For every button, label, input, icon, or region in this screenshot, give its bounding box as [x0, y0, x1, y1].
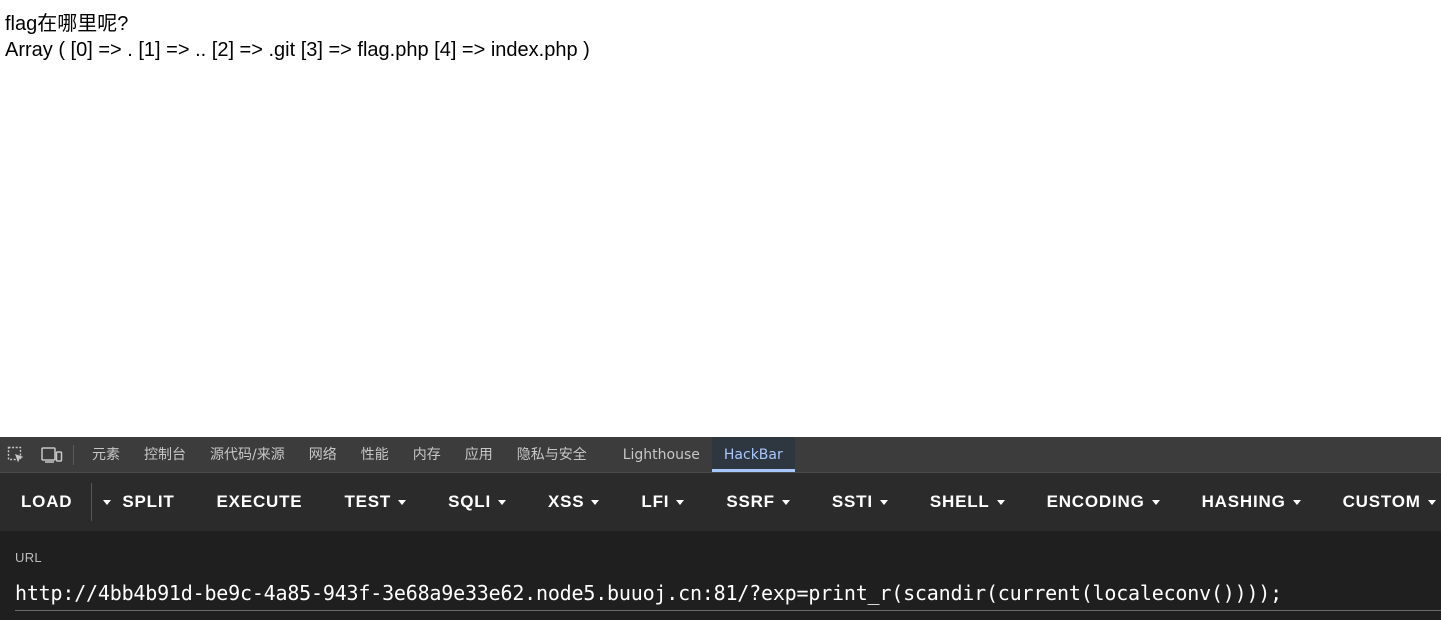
hashing-button-label: HASHING: [1201, 492, 1286, 511]
tab-item-7[interactable]: 隐私与安全: [505, 437, 599, 472]
tab-item-0[interactable]: 元素: [80, 437, 132, 472]
test-button[interactable]: TEST: [344, 473, 407, 531]
xss-button[interactable]: XSS: [547, 473, 600, 531]
load-dropdown-toggle[interactable]: [92, 473, 122, 531]
devtools-tabs: 元素 控制台 源代码/来源 网络 性能 内存 应用 隐私与安全 Lighthouse HackBa…: [80, 437, 795, 472]
caret-down-icon: [497, 500, 506, 505]
lfi-button[interactable]: LFI: [641, 473, 685, 531]
hackbar-url-area: URL http://4bb4b91d-be9c-4a85-943f-3e68a…: [0, 531, 1441, 620]
encoding-button-label: ENCODING: [1046, 492, 1145, 511]
tab-item-1[interactable]: 控制台: [132, 437, 198, 472]
tab-item-3[interactable]: 网络: [297, 437, 349, 472]
caret-down-icon: [591, 500, 600, 505]
caret-down-icon: [398, 500, 407, 505]
tab-item-4[interactable]: 性能: [349, 437, 401, 472]
execute-button-label: EXECUTE: [216, 492, 303, 511]
hashing-button[interactable]: HASHING: [1202, 473, 1301, 531]
tab-lighthouse[interactable]: Lighthouse: [611, 437, 712, 472]
devtools-tab-bar: 元素 控制台 源代码/来源 网络 性能 内存 应用 隐私与安全 Lighthouse HackBa…: [0, 437, 1441, 473]
tab-item-5[interactable]: 内存: [401, 437, 453, 472]
execute-button[interactable]: EXECUTE: [217, 473, 303, 531]
load-button-label: LOAD: [21, 492, 73, 511]
hackbar-toolbar: LOAD SPLIT EXECUTE TEST SQLI XSS LFI SSRF SSTI SH…: [0, 473, 1441, 531]
caret-down-icon: [103, 500, 112, 505]
encoding-button[interactable]: ENCODING: [1047, 473, 1160, 531]
test-button-label: TEST: [344, 492, 392, 511]
split-button[interactable]: SPLIT: [122, 473, 174, 531]
toolbar-divider: [73, 444, 74, 465]
caret-down-icon: [879, 500, 888, 505]
device-toolbar-icon[interactable]: [39, 437, 65, 472]
url-input-underline: [15, 610, 1441, 611]
load-button[interactable]: LOAD: [21, 473, 72, 531]
shell-button-label: SHELL: [929, 492, 990, 511]
caret-down-icon: [1427, 500, 1436, 505]
lfi-button-label: LFI: [641, 492, 670, 511]
ssti-button[interactable]: SSTI: [832, 473, 888, 531]
ssrf-button-label: SSRF: [726, 492, 775, 511]
caret-down-icon: [781, 500, 790, 505]
caret-down-icon: [1292, 500, 1301, 505]
caret-down-icon: [1151, 500, 1160, 505]
split-button-label: SPLIT: [122, 492, 175, 511]
ssti-button-label: SSTI: [831, 492, 873, 511]
sqli-button-label: SQLI: [448, 492, 491, 511]
custom-button[interactable]: CUSTOM: [1343, 473, 1436, 531]
tab-hackbar[interactable]: HackBar: [711, 437, 795, 472]
url-input[interactable]: http://4bb4b91d-be9c-4a85-943f-3e68a9e33…: [15, 581, 1282, 605]
caret-down-icon: [676, 500, 685, 505]
inspect-element-icon[interactable]: [3, 437, 29, 472]
xss-button-label: XSS: [547, 492, 585, 511]
sqli-button[interactable]: SQLI: [448, 473, 506, 531]
page-content: flag在哪里呢? Array ( [0] => . [1] => .. [2]…: [0, 0, 1441, 437]
shell-button[interactable]: SHELL: [930, 473, 1005, 531]
caret-down-icon: [996, 500, 1005, 505]
custom-button-label: CUSTOM: [1342, 492, 1421, 511]
page-heading-text: flag在哪里呢?: [5, 13, 129, 35]
ssrf-button[interactable]: SSRF: [726, 473, 790, 531]
page-output-text: Array ( [0] => . [1] => .. [2] => .git […: [5, 39, 590, 61]
tab-item-2[interactable]: 源代码/来源: [198, 437, 297, 472]
url-label: URL: [15, 550, 42, 565]
tab-item-6[interactable]: 应用: [453, 437, 505, 472]
devtools-panel: 元素 控制台 源代码/来源 网络 性能 内存 应用 隐私与安全 Lighthouse HackBa…: [0, 437, 1441, 620]
